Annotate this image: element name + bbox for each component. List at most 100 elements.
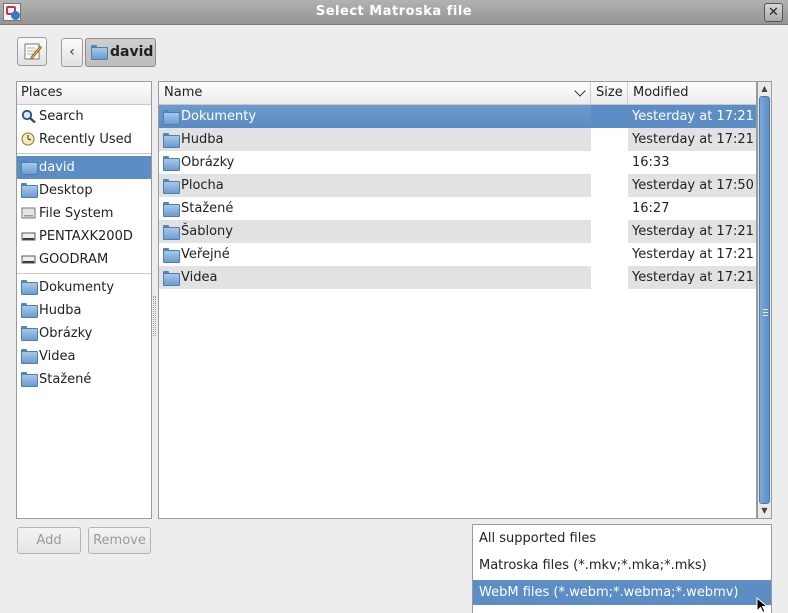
file-name-cell: Obrázky [159,151,591,174]
public-folder-icon [163,248,180,263]
chevron-left-icon: ‹ [69,44,75,60]
table-row[interactable]: Plocha Yesterday at 17:50 [159,174,756,197]
drive-icon [21,232,36,241]
sidebar-item-videa[interactable]: Videa [17,345,151,368]
sidebar-item-search[interactable]: Search [17,105,151,128]
scroll-up-icon[interactable]: ▲ [758,83,771,95]
path-back-button[interactable]: ‹ [61,38,83,67]
music-folder-icon [163,133,180,148]
file-size-cell [591,151,628,174]
places-header[interactable]: Places [17,82,151,105]
remove-bookmark-button[interactable]: Remove [88,527,151,554]
sidebar-item-dokumenty[interactable]: Dokumenty [17,276,151,299]
file-size-cell [591,197,628,220]
file-name: Hudba [181,132,224,147]
file-modified-cell: Yesterday at 17:50 [628,174,756,197]
scrollbar-thumb[interactable] [759,96,770,504]
search-icon [21,109,36,123]
download-folder-icon [163,202,180,217]
sidebar-item-david[interactable]: david [17,156,151,179]
sidebar-item-label: PENTAXK200D [39,229,133,244]
pane-resize-handle[interactable] [153,296,156,336]
templates-folder-icon [163,225,180,240]
sidebar-item-file-system[interactable]: File System [17,202,151,225]
sidebar-separator [17,153,151,154]
file-size-cell [591,243,628,266]
file-modified-cell: 16:27 [632,201,670,216]
folder-icon [21,349,38,364]
clock-icon [21,132,35,146]
type-location-button[interactable] [17,37,47,66]
filter-option[interactable]: WebM files (*.webm;*.webma;*.webmv) [473,580,771,605]
table-row[interactable]: Obrázky 16:33 [159,151,756,174]
table-row[interactable]: Videa Yesterday at 17:21 [159,266,756,289]
desktop-folder-icon [163,179,180,194]
file-name-cell: Šablony [159,220,591,243]
folder-icon [21,280,38,295]
sidebar-item-label: david [39,160,75,175]
folder-icon [163,110,180,125]
column-header-size[interactable]: Size [591,82,628,104]
folder-icon [21,303,38,318]
sidebar-item-desktop[interactable]: Desktop [17,179,151,202]
scroll-down-icon[interactable]: ▼ [758,505,771,517]
sidebar-item-hudba[interactable]: Hudba [17,299,151,322]
table-row[interactable]: Dokumenty Yesterday at 17:21 [159,105,756,128]
file-list[interactable]: Name Size Modified Dokumenty Yesterday a… [158,81,757,519]
sidebar-item-label: Recently Used [39,132,132,147]
sidebar-item-label: Dokumenty [39,280,115,295]
file-name-cell: Plocha [159,174,591,197]
file-filter-dropdown[interactable]: All supported files Matroska files (*.mk… [472,524,772,613]
file-modified-cell: Yesterday at 17:21 [628,128,756,151]
mouse-cursor-icon [756,597,768,613]
filter-option[interactable]: Matroska files (*.mkv;*.mka;*.mks) [473,553,771,578]
add-bookmark-button[interactable]: Add [17,527,81,554]
table-row[interactable]: Stažené 16:27 [159,197,756,220]
sidebar-item-stazene[interactable]: Stažené [17,368,151,391]
sidebar-item-pentaxk200d[interactable]: PENTAXK200D [17,225,151,248]
file-name-cell: Videa [159,266,591,289]
filter-option[interactable]: All supported files [473,526,771,551]
table-row[interactable]: Veřejné Yesterday at 17:21 [159,243,756,266]
file-size-cell [591,174,628,197]
sidebar-separator [17,273,151,274]
window-title: Select Matroska file [315,4,473,19]
file-name-cell: Dokumenty [159,105,591,128]
places-sidebar[interactable]: Places Search Recently Used david Deskto… [16,81,152,519]
sidebar-item-recently-used[interactable]: Recently Used [17,128,151,151]
file-name: Dokumenty [181,109,257,124]
table-row[interactable]: Hudba Yesterday at 17:21 [159,128,756,151]
sidebar-item-label: GOODRAM [39,252,109,267]
sidebar-item-label: File System [39,206,114,221]
grip-icon [763,309,768,316]
sidebar-item-label: Stažené [39,372,92,387]
column-header-label: Name [164,85,203,100]
sidebar-item-goodram[interactable]: GOODRAM [17,248,151,271]
chevron-down-icon [574,85,586,97]
desktop-folder-icon [21,183,38,198]
folder-icon [21,372,38,387]
file-name: Videa [181,270,218,285]
sidebar-item-obrazky[interactable]: Obrázky [17,322,151,345]
drive-icon [21,207,36,219]
breadcrumb-label: david [110,44,154,60]
file-name: Šablony [181,224,233,239]
file-name-cell: Hudba [159,128,591,151]
breadcrumb-david-button[interactable]: david [85,38,156,67]
column-header-label: Modified [633,85,689,100]
edit-icon [24,43,42,60]
title-bar: Select Matroska file ✕ [0,0,788,25]
home-folder-icon [91,45,108,60]
close-button[interactable]: ✕ [764,3,783,22]
videos-folder-icon [163,271,180,286]
file-modified-cell: Yesterday at 17:21 [628,220,756,243]
file-modified-cell: Yesterday at 17:21 [628,105,756,128]
file-size-cell [591,220,628,243]
sidebar-item-label: Obrázky [39,326,93,341]
column-header-name[interactable]: Name [159,82,591,104]
file-name-cell: Stažené [159,197,591,220]
column-header-modified[interactable]: Modified [628,82,756,104]
table-row[interactable]: Šablony Yesterday at 17:21 [159,220,756,243]
sidebar-item-label: Hudba [39,303,82,318]
file-list-scrollbar[interactable]: ▲ ▼ [757,81,772,519]
